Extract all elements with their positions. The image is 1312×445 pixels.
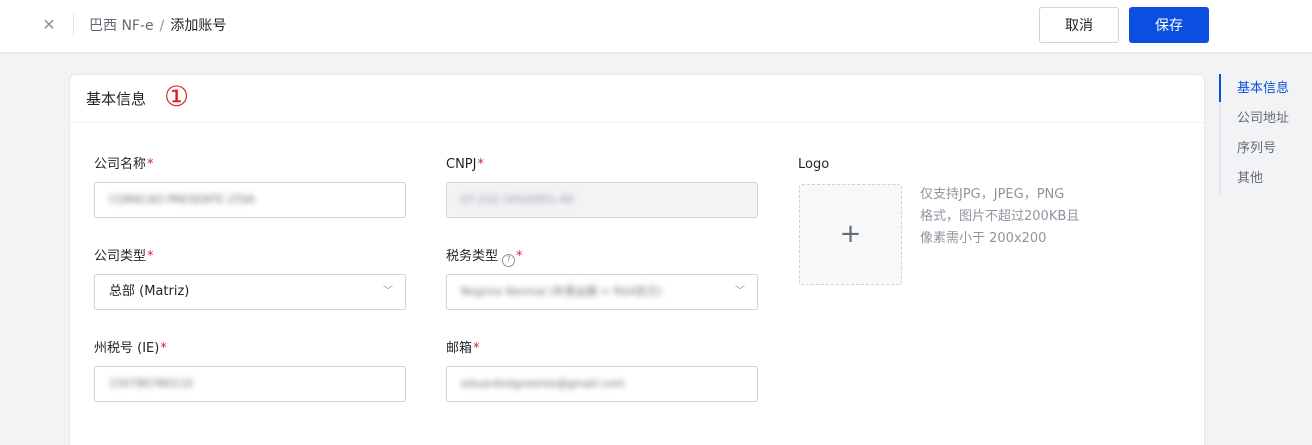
tax-type-select[interactable]: Regime Normal (年营业额 > R$4百万) ﹀ [446, 274, 758, 310]
section-title: 基本信息 [86, 90, 147, 108]
active-indicator [1219, 74, 1221, 102]
cnpj-input: 07.222.345/0001-40 [446, 182, 758, 218]
tax-type-label: 税务类型? * [446, 249, 523, 267]
cnpj-label: CNPJ* [446, 157, 484, 172]
required-mark: * [473, 341, 480, 356]
required-mark: * [477, 157, 484, 172]
divider [73, 14, 74, 36]
breadcrumb-parent[interactable]: 巴西 NF-e [89, 18, 154, 34]
required-mark: * [160, 341, 167, 356]
required-mark: * [516, 249, 523, 264]
anchor-item-basic-info[interactable]: 基本信息 [1237, 80, 1289, 98]
plus-icon: + [839, 219, 862, 249]
required-mark: * [147, 157, 154, 172]
close-icon[interactable]: ✕ [38, 14, 60, 36]
logo-upload-hint: 仅支持JPG，JPEG，PNG 格式，图片不超过200KB且 像素需小于 200… [920, 184, 1100, 250]
anchor-item-company-address[interactable]: 公司地址 [1237, 110, 1289, 128]
breadcrumb-current: 添加账号 [170, 18, 227, 34]
chevron-down-icon: ﹀ [735, 286, 745, 297]
state-tax-id-label: 州税号 (IE)* [94, 341, 167, 356]
anchor-nav: 基本信息 公司地址 序列号 其他 [1219, 74, 1312, 194]
step-marker: ① [164, 80, 190, 113]
cancel-button[interactable]: 取消 [1039, 7, 1119, 43]
required-mark: * [147, 249, 154, 264]
help-icon[interactable]: ? [502, 254, 516, 267]
email-label: 邮箱* [446, 341, 480, 356]
company-name-label: 公司名称* [94, 157, 154, 172]
anchor-item-other[interactable]: 其他 [1237, 170, 1263, 188]
hint-line: 格式，图片不超过200KB且 [920, 209, 1080, 224]
breadcrumb: 巴西 NF-e / 添加账号 [89, 16, 226, 36]
save-button[interactable]: 保存 [1129, 7, 1209, 43]
top-bar: ✕ 巴西 NF-e / 添加账号 取消 保存 [0, 0, 1312, 53]
anchor-item-serial-number[interactable]: 序列号 [1237, 140, 1276, 158]
state-tax-id-input[interactable]: 150780780110 [94, 366, 406, 402]
breadcrumb-separator: / [159, 18, 165, 34]
hint-line: 像素需小于 200x200 [920, 231, 1047, 246]
company-type-label: 公司类型* [94, 249, 154, 264]
logo-label: Logo [798, 157, 830, 172]
hint-line: 仅支持JPG，JPEG，PNG [920, 187, 1065, 202]
chevron-down-icon: ﹀ [383, 286, 393, 297]
card-header: 基本信息 ① [70, 75, 1204, 123]
logo-upload-button[interactable]: + [799, 184, 902, 285]
email-input[interactable]: eduardodgreente@gmail.com [446, 366, 758, 402]
company-name-input[interactable]: CORACAO PRESENTE LTDA [94, 182, 406, 218]
company-type-select[interactable]: 总部 (Matriz) ﹀ [94, 274, 406, 310]
